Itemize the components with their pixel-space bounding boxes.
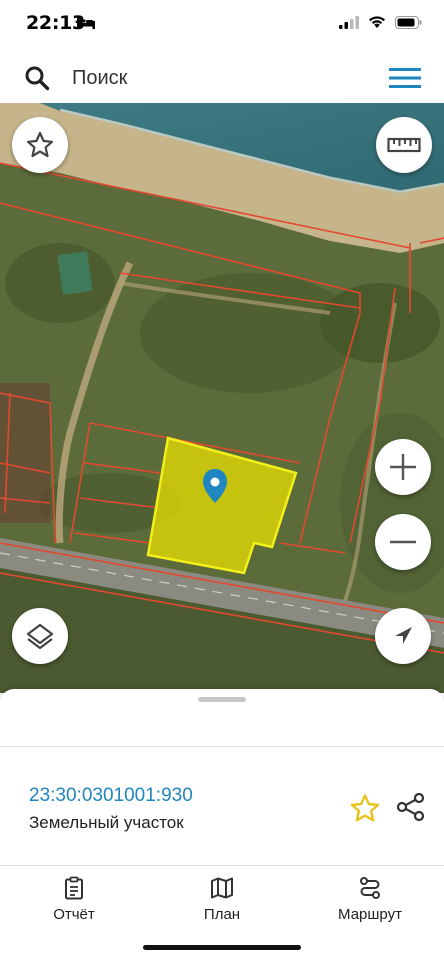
plus-icon: [390, 454, 416, 480]
tab-route[interactable]: Маршрут: [315, 876, 425, 923]
map-imagery: [0, 103, 444, 693]
tab-plan-label: План: [203, 906, 241, 923]
cadastral-number[interactable]: 23:30:0301001:930: [29, 785, 193, 807]
ruler-icon: [387, 137, 421, 153]
share-icon[interactable]: [396, 792, 426, 822]
navigation-arrow-icon: [395, 627, 412, 644]
satellite-map[interactable]: [0, 103, 444, 693]
search-icon[interactable]: [24, 65, 50, 91]
home-indicator[interactable]: [143, 945, 301, 950]
hamburger-menu-icon[interactable]: [389, 67, 421, 89]
layers-button[interactable]: [12, 608, 68, 664]
star-outline-icon: [26, 131, 54, 158]
my-location-button[interactable]: [375, 608, 431, 664]
ruler-button[interactable]: [376, 117, 432, 173]
object-type-label: Земельный участок: [29, 813, 184, 832]
wifi-icon: [369, 16, 385, 28]
tab-report[interactable]: Отчёт: [19, 876, 129, 923]
sheet-drag-handle[interactable]: [198, 697, 246, 702]
parcel-info-sheet[interactable]: 23:30:0301001:930 Земельный участок: [0, 689, 444, 865]
star-icon[interactable]: [350, 793, 380, 823]
tab-report-label: Отчёт: [53, 906, 95, 923]
cellular-signal-icon: [339, 15, 359, 29]
report-icon: [65, 876, 83, 900]
minus-icon: [390, 540, 416, 544]
divider: [0, 746, 444, 747]
tab-plan[interactable]: План: [167, 876, 277, 923]
status-bar: 22:13: [0, 0, 444, 50]
tab-route-label: Маршрут: [338, 906, 402, 923]
layers-icon: [26, 623, 54, 650]
battery-icon: [395, 15, 422, 29]
route-icon: [360, 877, 380, 899]
zoom-in-button[interactable]: [375, 439, 431, 495]
search-bar[interactable]: Поиск: [7, 57, 438, 99]
map-icon: [211, 877, 233, 899]
zoom-out-button[interactable]: [375, 514, 431, 570]
search-input[interactable]: Поиск: [72, 67, 127, 90]
sleep-mode-icon: [77, 17, 95, 29]
favorite-map-button[interactable]: [12, 117, 68, 173]
